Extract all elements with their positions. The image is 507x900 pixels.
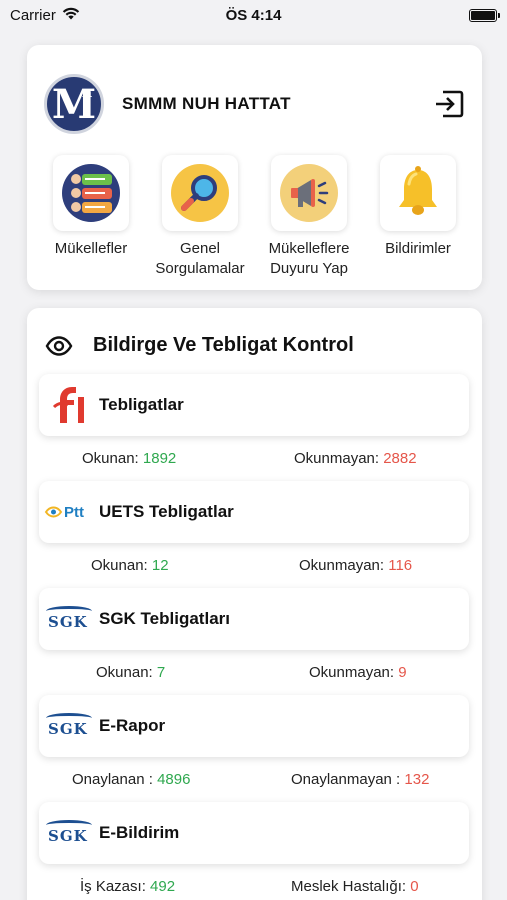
- menu-item-bildirimler[interactable]: Bildirimler: [364, 155, 472, 279]
- megaphone-icon: [280, 164, 338, 222]
- sgk-logo-icon: SGK: [39, 695, 99, 757]
- ptt-logo-icon: Ptt: [39, 481, 99, 543]
- stat-value-negative: 0: [410, 878, 419, 895]
- item-e-bildirim[interactable]: SGK E-Bildirim: [39, 802, 469, 864]
- menu-label: Mükellefler: [54, 240, 128, 257]
- avatar: M n: [44, 74, 104, 134]
- stat-label: Okunan:: [96, 664, 153, 681]
- stat-label: Okunmayan:: [299, 557, 385, 574]
- menu-icon-box: [53, 155, 129, 231]
- logout-icon: [436, 90, 464, 118]
- stats-uets: Okunan: 12 Okunmayan: 116: [39, 557, 469, 577]
- stat-value-positive: 492: [150, 878, 176, 895]
- stat-value-positive: 7: [156, 664, 166, 681]
- item-title: E-Bildirim: [99, 823, 180, 842]
- menu-item-mukellefler[interactable]: Mükellefler: [37, 155, 145, 279]
- stats-sgk: Okunan: 7 Okunmayan: 9: [39, 664, 469, 684]
- avatar-superscript: n: [81, 85, 92, 101]
- stat-label: Okunmayan:: [309, 664, 395, 681]
- eye-icon: [45, 335, 73, 356]
- profile-name: SMMM NUH HATTAT: [122, 94, 291, 113]
- menu-icon-box: [380, 155, 456, 231]
- item-title: E-Rapor: [99, 716, 166, 735]
- item-title: Tebligatlar: [99, 395, 184, 414]
- menu-icon-box: [271, 155, 347, 231]
- stats-tebligatlar: Okunan: 1892 Okunmayan: 2882: [39, 450, 469, 470]
- stat-left: Okunan: 12: [91, 557, 169, 574]
- profile-card: M n SMMM NUH HATTAT Mükellefler Genel So…: [27, 45, 482, 290]
- wifi-icon: [62, 7, 80, 24]
- gib-logo-icon: [39, 374, 99, 436]
- stat-left: Okunan: 1892: [82, 450, 176, 467]
- stat-label: Onaylanan :: [72, 771, 153, 788]
- sgk-logo-icon: SGK: [39, 802, 99, 864]
- item-title: UETS Tebligatlar: [99, 502, 234, 521]
- stat-label: Meslek Hastalığı:: [291, 878, 407, 895]
- stat-right: Okunmayan: 9: [309, 664, 407, 681]
- stat-label: İş Kazası:: [80, 878, 146, 895]
- stat-left: İş Kazası: 492: [80, 878, 175, 895]
- menu-label: Mükelleflere Duyuru Yap: [268, 240, 350, 277]
- svg-text:Ptt: Ptt: [64, 504, 84, 521]
- stat-value-positive: 4896: [157, 771, 191, 788]
- users-list-icon: [62, 164, 120, 222]
- battery-icon: [469, 8, 500, 22]
- stat-right: Onaylanmayan : 132: [291, 771, 429, 788]
- stat-label: Okunmayan:: [294, 450, 380, 467]
- stat-value-positive: 1892: [142, 450, 177, 467]
- item-tebligatlar[interactable]: Tebligatlar: [39, 374, 469, 436]
- section-title: Bildirge Ve Tebligat Kontrol: [93, 334, 354, 356]
- stat-left: Onaylanan : 4896: [72, 771, 190, 788]
- stats-e-bildirim: İş Kazası: 492 Meslek Hastalığı: 0: [39, 878, 469, 898]
- tebligat-card: Bildirge Ve Tebligat Kontrol Tebligatlar…: [27, 308, 482, 900]
- stat-value-negative: 116: [388, 557, 413, 574]
- stat-value-negative: 9: [398, 664, 407, 681]
- stat-label: Onaylanmayan :: [291, 771, 401, 788]
- profile-row: M n SMMM NUH HATTAT: [44, 73, 465, 135]
- menu-label: Genel Sorgulamalar: [155, 240, 245, 277]
- stat-value-negative: 2882: [383, 450, 417, 467]
- item-uets-tebligatlar[interactable]: Ptt UETS Tebligatlar: [39, 481, 469, 543]
- stat-left: Okunan: 7: [96, 664, 165, 681]
- stat-value-positive: 12: [151, 557, 169, 574]
- stat-right: Okunmayan: 2882: [294, 450, 417, 467]
- magnifier-icon: [171, 164, 229, 222]
- quick-menu: Mükellefler Genel Sorgulamalar Mükellefl…: [37, 155, 472, 279]
- item-sgk-tebligatlari[interactable]: SGK SGK Tebligatları: [39, 588, 469, 650]
- item-title: SGK Tebligatları: [99, 609, 230, 628]
- stat-label: Okunan:: [82, 450, 139, 467]
- item-e-rapor[interactable]: SGK E-Rapor: [39, 695, 469, 757]
- stat-right: Okunmayan: 116: [299, 557, 412, 574]
- menu-item-duyuru[interactable]: Mükelleflere Duyuru Yap: [255, 155, 363, 279]
- stat-label: Okunan:: [91, 557, 148, 574]
- sgk-logo-icon: SGK: [39, 588, 99, 650]
- bell-icon: [399, 166, 437, 215]
- menu-label: Bildirimler: [385, 240, 451, 257]
- section-header: Bildirge Ve Tebligat Kontrol: [45, 334, 354, 357]
- menu-icon-box: [162, 155, 238, 231]
- stat-right: Meslek Hastalığı: 0: [291, 878, 419, 895]
- carrier-label: Carrier: [10, 6, 56, 24]
- logout-button[interactable]: [433, 88, 465, 120]
- stat-value-negative: 132: [404, 771, 430, 788]
- menu-item-genel-sorgulamalar[interactable]: Genel Sorgulamalar: [146, 155, 254, 279]
- status-bar: Carrier ÖS 4:14: [0, 0, 507, 30]
- stats-e-rapor: Onaylanan : 4896 Onaylanmayan : 132: [39, 771, 469, 791]
